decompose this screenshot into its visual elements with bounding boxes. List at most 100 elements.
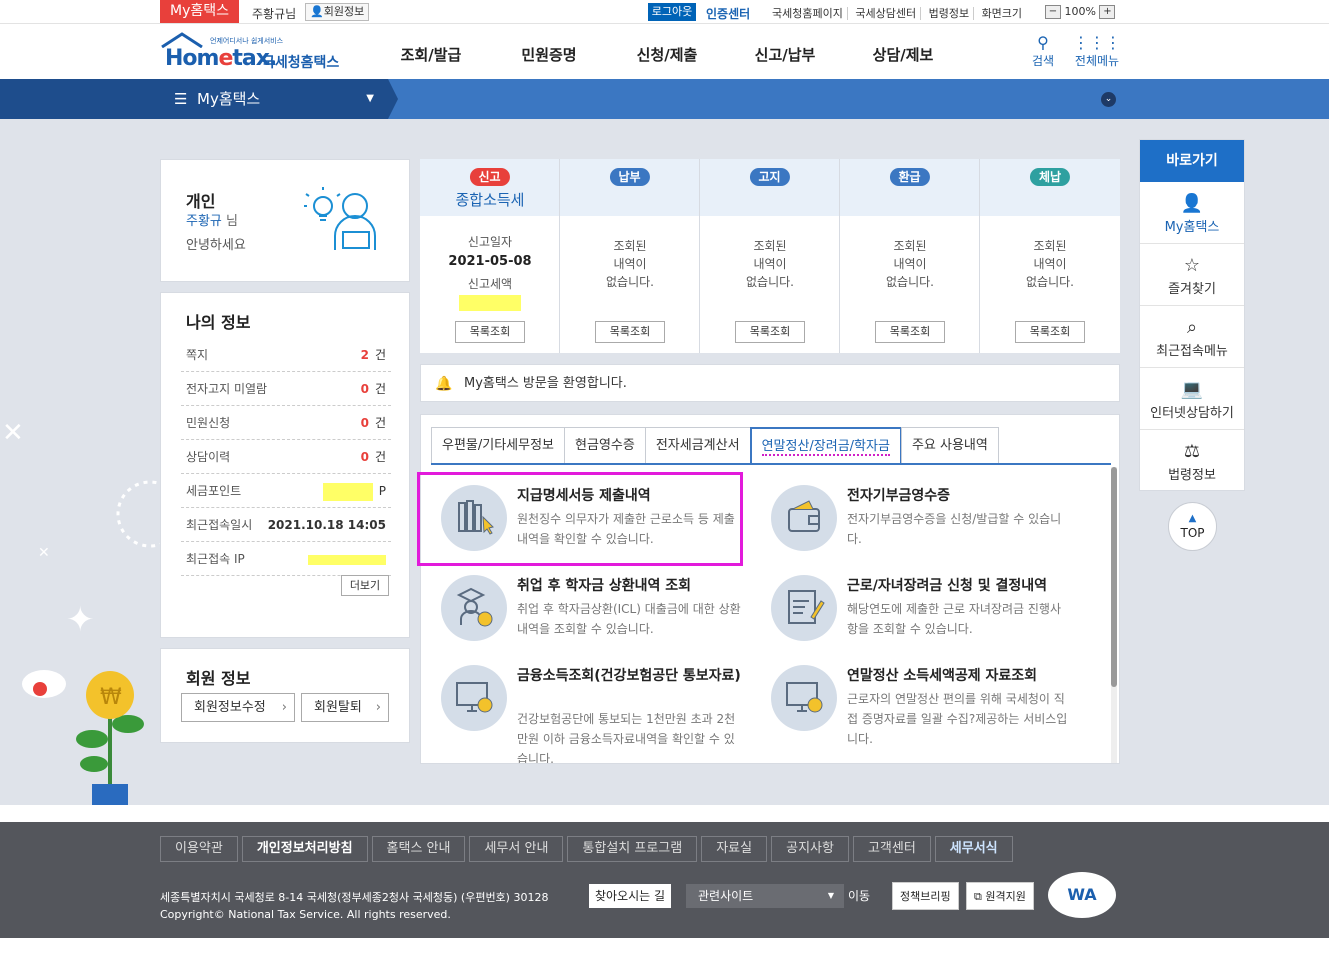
empty-line: 내역이 [1033, 257, 1067, 271]
info-row-petition[interactable]: 민원신청 0건 [181, 406, 391, 440]
zoom-out-button[interactable]: − [1045, 5, 1061, 19]
tab-underline [431, 463, 1111, 465]
consult-center-link[interactable]: 국세상담센터 [855, 7, 922, 20]
badge-arrears: 체납 [1029, 168, 1071, 186]
svg-text:✦: ✦ [66, 600, 95, 640]
status-tax-type[interactable]: 종합소득세 [420, 189, 560, 210]
info-value: 0건 [361, 406, 386, 440]
list-button[interactable]: 목록조회 [875, 321, 945, 343]
service-item[interactable]: 취업 후 학자금 상환내역 조회 취업 후 학자금상환(ICL) 대출금에 대한… [441, 575, 761, 665]
nts-homepage-link[interactable]: 국세청홈페이지 [772, 7, 848, 20]
tab-mail[interactable]: 우편물/기타세무정보 [431, 427, 566, 465]
edit-member-button[interactable]: 회원정보수정 [181, 693, 295, 722]
empty-line: 내역이 [893, 257, 927, 271]
service-item[interactable]: 전자기부금영수증 전자기부금영수증을 신청/발급할 수 있습니다. [771, 485, 1091, 575]
footer-link-guide[interactable]: 홈택스 안내 [371, 836, 466, 862]
status-head: 신고 종합소득세 [420, 159, 559, 216]
info-label: 최근접속 IP [186, 552, 245, 566]
quick-recent-menu[interactable]: ⌕ 최근접속메뉴 [1140, 306, 1244, 368]
footer-link-forms[interactable]: 세무서식 [934, 836, 1013, 862]
directions-button[interactable]: 찾아오시는 길 [589, 884, 672, 908]
all-menu-button[interactable]: ⋮⋮⋮ 전체메뉴 [1070, 34, 1124, 69]
zoom-in-button[interactable]: + [1099, 5, 1116, 19]
list-button[interactable]: 목록조회 [455, 321, 525, 343]
menu-consult[interactable]: 상담/제보 [844, 44, 962, 65]
scrollbar-thumb[interactable] [1111, 467, 1117, 687]
info-row-notes[interactable]: 쪽지 2건 [181, 338, 391, 372]
hometax-logo[interactable]: 언제어디서나 쉽게서비스 Hometax. 국세청홈택스 [160, 32, 350, 72]
search-button[interactable]: ⚲ 검색 [1028, 34, 1058, 69]
zoom-control: − 100% + [1045, 3, 1116, 21]
footer-link-notices[interactable]: 공지사항 [771, 836, 849, 862]
utility-links: 국세청홈페이지 국세상담센터 법령정보 화면크기 [772, 5, 1030, 21]
footer-link-archive[interactable]: 자료실 [701, 836, 768, 862]
member-info-button[interactable]: 👤회원정보 [305, 3, 370, 21]
info-label: 쪽지 [186, 348, 209, 362]
list-button[interactable]: 목록조회 [735, 321, 805, 343]
list-button[interactable]: 목록조회 [1015, 321, 1085, 343]
service-item[interactable]: 근로/자녀장려금 신청 및 결정내역 해당연도에 제출한 근로 자녀장려금 진행… [771, 575, 1091, 665]
footer-link-support[interactable]: 고객센터 [852, 836, 931, 862]
logout-button[interactable]: 로그아웃 [648, 3, 696, 21]
tax-status-panel: 신고 종합소득세 신고일자 2021-05-08 신고세액 목록조회 납부 조회… [420, 159, 1120, 353]
member-title: 회원 정보 [186, 669, 251, 688]
my-info-card: 나의 정보 쪽지 2건 전자고지 미열람 0건 민원신청 0건 상담이력 0건 … [160, 292, 410, 638]
info-row-tax-point[interactable]: 세금포인트 P [181, 474, 391, 508]
info-unit: 건 [374, 416, 386, 430]
status-empty: 조회된 내역이 없습니다. [840, 237, 980, 291]
decor-illustration: ✕ ✕ ✦ ₩ [2, 418, 160, 805]
info-unit: 건 [374, 450, 386, 464]
go-button[interactable]: 이동 [848, 884, 884, 908]
quick-online-consult[interactable]: 💻 인터넷상담하기 [1140, 368, 1244, 430]
tab-cash-receipt[interactable]: 현금영수증 [564, 427, 646, 465]
status-head: 환급 [840, 159, 979, 216]
cert-center-link[interactable]: 인증센터 [706, 5, 750, 22]
quick-my-hometax[interactable]: 👤 My홈택스 [1140, 182, 1244, 244]
tab-label: 현금영수증 [575, 438, 635, 453]
location-arrow [388, 79, 398, 119]
menu-filing[interactable]: 신고/납부 [726, 44, 844, 65]
policy-briefing-link[interactable]: 정책브리핑 [892, 882, 959, 910]
footer-link-offices[interactable]: 세무서 안내 [469, 836, 564, 862]
quick-law-info[interactable]: ⚖ 법령정보 [1140, 430, 1244, 492]
footer-link-installer[interactable]: 통합설치 프로그램 [567, 836, 698, 862]
greeting-name: 주황규 님 [186, 210, 238, 229]
recent-search-icon: ⌕ [1186, 317, 1198, 338]
location-dropdown[interactable]: ☰ My홈택스 ▼ [160, 79, 388, 119]
more-button[interactable]: 더보기 [341, 575, 389, 596]
quick-item-label: 최근접속메뉴 [1156, 344, 1228, 359]
remote-support-button[interactable]: ⧉ 원격지원 [966, 882, 1034, 910]
tab-usage[interactable]: 주요 사용내역 [900, 427, 999, 465]
chevron-down-icon[interactable]: ⌄ [1101, 92, 1116, 107]
empty-line: 조회된 [753, 239, 787, 253]
info-row-e-notice[interactable]: 전자고지 미열람 0건 [181, 372, 391, 406]
info-count: 0 [360, 382, 369, 396]
info-label: 상담이력 [186, 450, 231, 464]
service-item[interactable]: 연말정산 소득세액공제 자료조회 근로자의 연말정산 편의를 위해 국세청이 직… [771, 665, 1091, 755]
menu-application[interactable]: 신청/제출 [608, 44, 726, 65]
service-item[interactable]: 금융소득조회(건강보험공단 통보자료) 건강보험공단에 통보되는 1천만원 초과… [441, 665, 761, 763]
svg-text:✕: ✕ [38, 545, 50, 561]
my-hometax-tab[interactable]: My홈택스 [160, 0, 239, 23]
quick-favorites[interactable]: ☆ 즐겨찾기 [1140, 244, 1244, 306]
withdraw-button[interactable]: 회원탈퇴 [301, 693, 389, 722]
list-button[interactable]: 목록조회 [595, 321, 665, 343]
law-info-link[interactable]: 법령정보 [928, 7, 975, 20]
related-sites-select[interactable]: 관련사이트 [686, 884, 844, 908]
service-tabs: 우편물/기타세무정보 현금영수증 전자세금계산서 연말정산/장려금/학자금 주요… [431, 427, 999, 465]
menu-inquiry[interactable]: 조회/발급 [372, 44, 490, 65]
menu-certificate[interactable]: 민원증명 [490, 44, 608, 65]
footer-link-terms[interactable]: 이용약관 [160, 836, 238, 862]
quick-item-label: 즐겨찾기 [1168, 282, 1216, 297]
info-label: 최근접속일시 [186, 518, 253, 532]
footer-link-privacy[interactable]: 개인정보처리방침 [241, 836, 368, 862]
info-row-consult[interactable]: 상담이력 0건 [181, 440, 391, 474]
hamburger-icon: ☰ [174, 90, 188, 108]
tab-year-end[interactable]: 연말정산/장려금/학자금 [749, 427, 902, 465]
scroll-top-button[interactable]: ▲ TOP [1168, 502, 1217, 551]
logo-korean: 국세청홈택스 [262, 55, 340, 71]
footer-address: 세종특별자치시 국세청로 8-14 국세청(정부세종2청사 국세청동) (우편번… [160, 891, 549, 904]
badge-filing: 신고 [469, 168, 510, 186]
tab-e-invoice[interactable]: 전자세금계산서 [644, 427, 751, 465]
arrow-up-icon: ▲ [1188, 513, 1197, 524]
